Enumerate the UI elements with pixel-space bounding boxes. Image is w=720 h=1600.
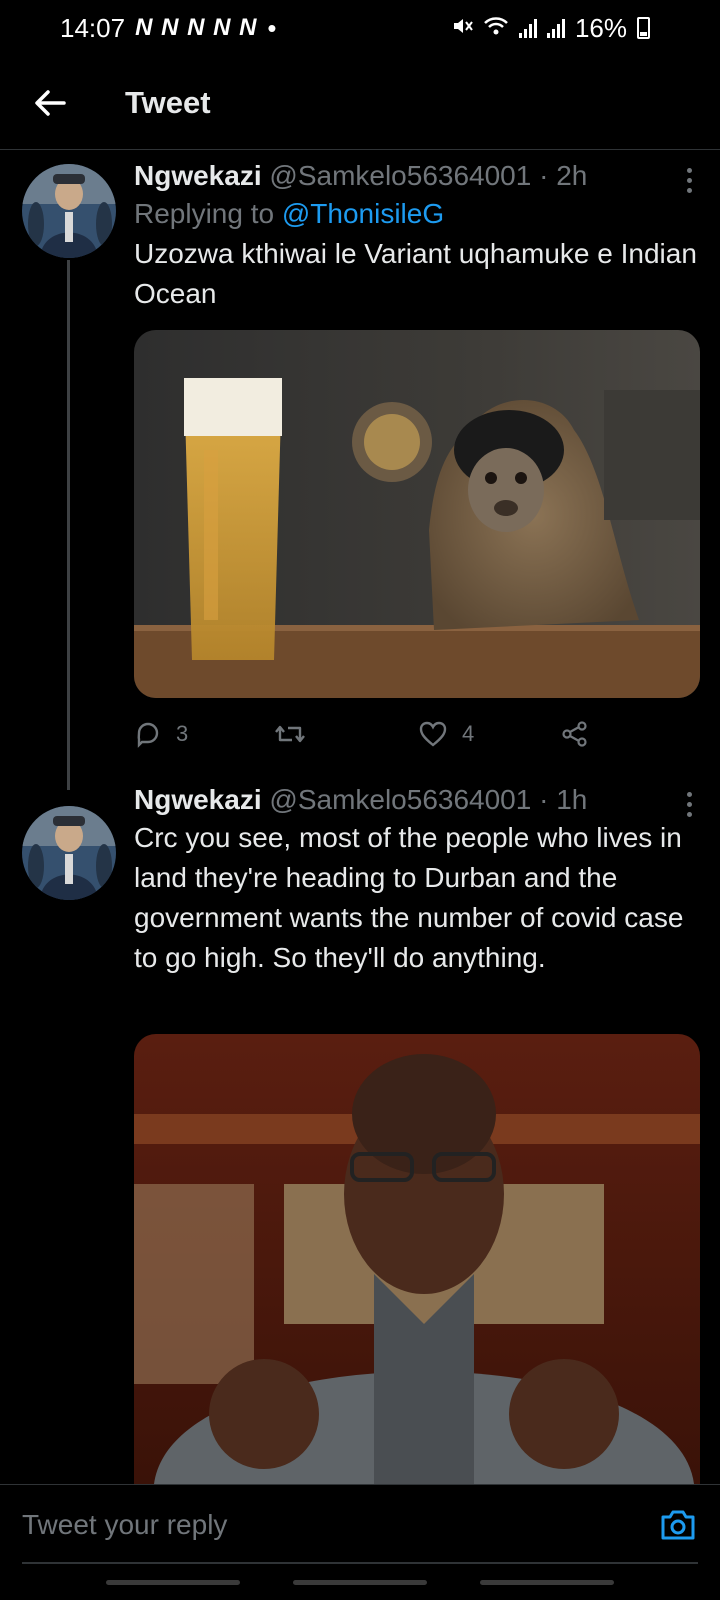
nav-home-button[interactable] (292, 1580, 427, 1585)
page-title: Tweet (125, 84, 211, 120)
wifi-icon (483, 13, 509, 44)
reply-input[interactable]: Tweet your reply (22, 1509, 227, 1541)
author-name[interactable]: Ngwekazi (134, 160, 262, 191)
like-count: 4 (462, 721, 475, 746)
signal-icon (546, 18, 565, 38)
share-icon (562, 721, 587, 747)
reply-composer: Tweet your reply (0, 1484, 720, 1564)
tweet-time: · 1h (539, 784, 588, 815)
nav-recent-button[interactable] (106, 1580, 241, 1585)
retweet-button[interactable] (274, 720, 418, 748)
retweet-icon (275, 725, 305, 743)
tweet[interactable]: Ngwekazi @Samkelo56364001 · 2h Replying … (0, 150, 720, 790)
back-arrow-icon (35, 89, 66, 116)
camera-button[interactable] (658, 1505, 698, 1545)
tweet-time: · 2h (539, 160, 588, 191)
replying-prefix: Replying to (134, 198, 275, 229)
author-name[interactable]: Ngwekazi (134, 784, 262, 815)
system-nav-bar (0, 1580, 720, 1600)
more-options-button[interactable] (674, 162, 704, 198)
notification-dot: • (267, 12, 277, 43)
reply-icon (137, 722, 159, 748)
status-bar: 14:07 N N N N N • 16% (0, 0, 720, 56)
author-handle[interactable]: @Samkelo56364001 (269, 160, 531, 191)
camera-icon (661, 1510, 695, 1539)
author-handle[interactable]: @Samkelo56364001 (269, 784, 531, 815)
share-button[interactable] (560, 720, 590, 748)
mute-icon (451, 13, 473, 44)
top-app-bar: Tweet (0, 56, 720, 150)
back-button[interactable] (20, 73, 80, 133)
like-button[interactable]: 4 (418, 720, 560, 748)
reply-divider (22, 1562, 698, 1564)
battery-charging-icon (637, 17, 650, 39)
tweet-text: Crc you see, most of the people who live… (134, 822, 684, 973)
tweet-text: Uzozwa kthiwai le Variant uqhamuke e Ind… (134, 238, 697, 309)
tweet-header: Ngwekazi @Samkelo56364001 · 2h (134, 158, 700, 194)
tweet[interactable]: Ngwekazi @Samkelo56364001 · 1h Crc you s… (0, 784, 720, 1484)
status-time: 14:07 (60, 12, 126, 43)
mention-link[interactable]: @ThonisileG (282, 198, 444, 229)
avatar[interactable] (22, 806, 116, 900)
signal-icon (518, 18, 537, 38)
tweet-image[interactable] (134, 1034, 700, 1484)
tweet-actions: 3 4 (134, 712, 604, 756)
more-options-button[interactable] (674, 786, 704, 822)
tweet-header: Ngwekazi @Samkelo56364001 · 1h (134, 782, 700, 818)
heart-icon (419, 721, 447, 747)
tweet-content: Ngwekazi @Samkelo56364001 · 2h Replying … (134, 158, 700, 314)
reply-button[interactable]: 3 (134, 720, 274, 748)
nav-back-button[interactable] (479, 1580, 614, 1585)
avatar[interactable] (22, 164, 116, 258)
tweet-content: Ngwekazi @Samkelo56364001 · 1h Crc you s… (134, 782, 700, 978)
notification-icons: N N N N N (135, 14, 258, 41)
thread-line (67, 260, 70, 790)
tweet-image[interactable] (134, 330, 700, 698)
replying-to-line: Replying to @ThonisileG (134, 194, 700, 234)
reply-count: 3 (176, 721, 189, 746)
battery-percent: 16% (574, 12, 627, 43)
